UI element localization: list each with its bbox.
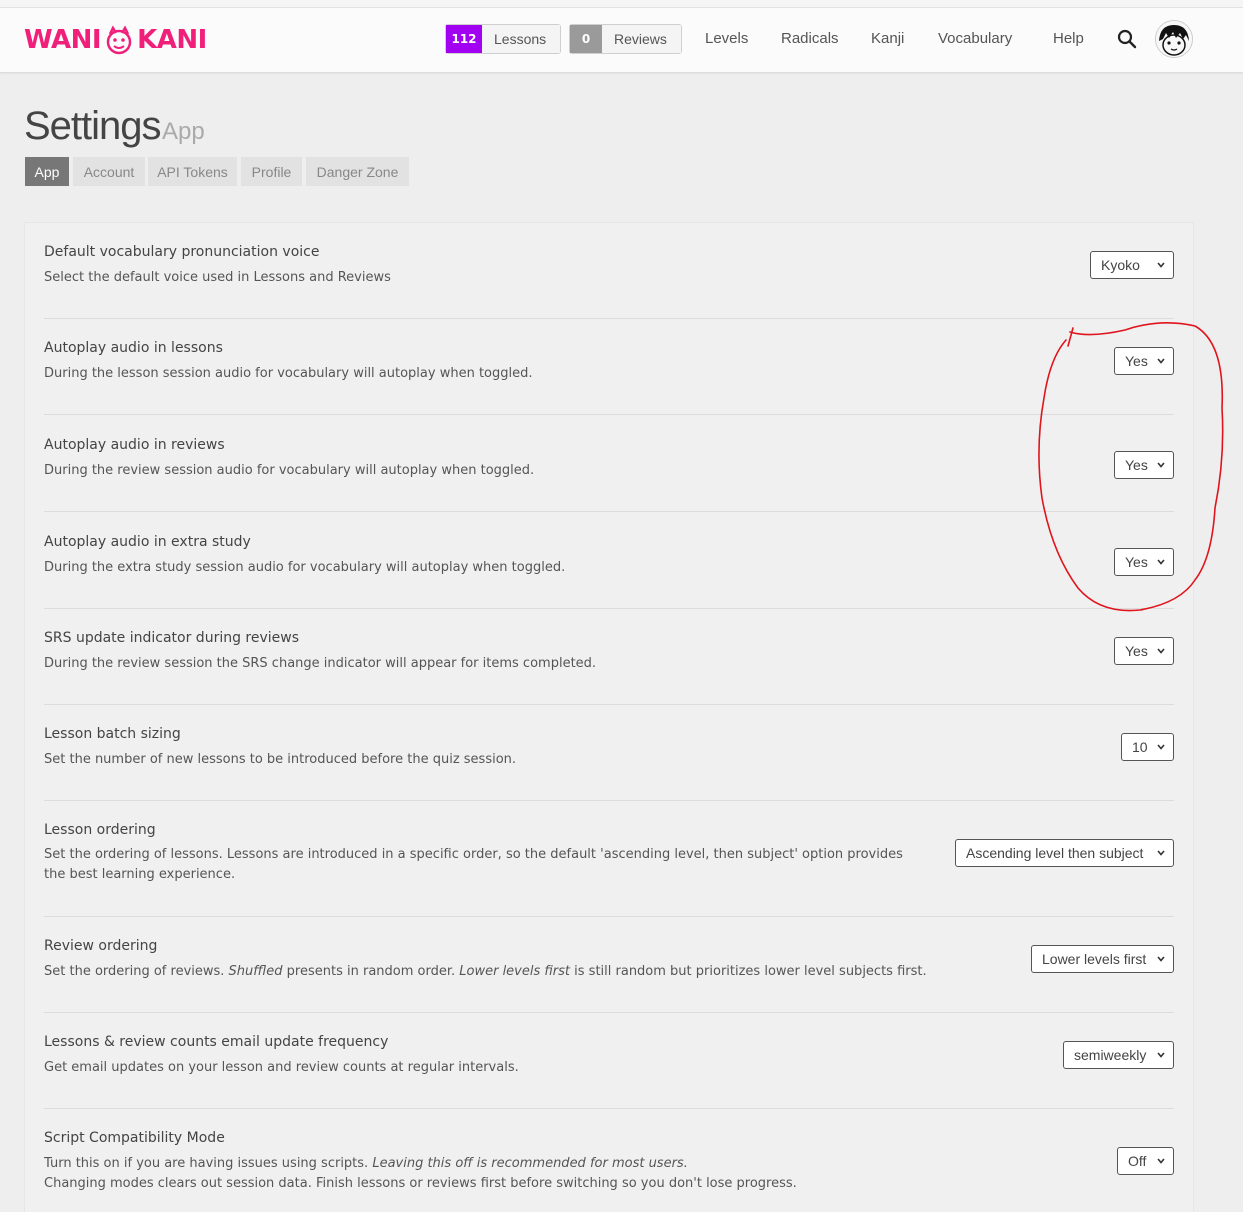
autoplay-extra-study-select[interactable]: Yes [1114,548,1174,576]
setting-description: During the review session the SRS change… [44,656,597,671]
browser-top-strip [0,0,1243,8]
setting-title: Review ordering [44,938,158,954]
nav-help[interactable]: Help [1053,30,1084,47]
chevron-down-icon [1157,559,1165,565]
tab-account[interactable]: Account [73,157,145,186]
desc-emphasis: Lower levels first [459,964,571,979]
setting-row-lesson-batch-size: Lesson batch sizing Set the number of ne… [44,705,1174,801]
page-subtitle: App [162,118,205,145]
review-ordering-select[interactable]: Lower levels first [1031,945,1174,973]
tab-app[interactable]: App [25,157,69,186]
select-value: Yes [1125,643,1148,659]
chevron-down-icon [1157,648,1165,654]
setting-row-autoplay-extra-study: Autoplay audio in extra study During the… [44,512,1174,609]
select-value: Kyoko [1101,257,1140,273]
setting-title: Autoplay audio in reviews [44,437,225,453]
srs-indicator-select[interactable]: Yes [1114,637,1174,665]
voice-select[interactable]: Kyoko [1090,251,1174,279]
setting-title: Script Compatibility Mode [44,1130,225,1146]
select-value: Ascending level then subject [966,845,1144,861]
setting-description: Set the ordering of reviews. Shuffled pr… [44,962,927,982]
setting-row-script-compatibility: Script Compatibility Mode Turn this on i… [44,1109,1174,1209]
logo-text-kani: KANI [137,25,207,55]
setting-description: During the lesson session audio for voca… [44,366,533,381]
setting-row-email-frequency: Lessons & review counts email update fre… [44,1013,1174,1109]
chevron-down-icon [1157,1052,1165,1058]
chevron-down-icon [1157,956,1165,962]
tab-danger-zone[interactable]: Danger Zone [306,157,409,186]
desc-text: Changing modes clears out session data. … [44,1176,797,1191]
setting-title: Autoplay audio in lessons [44,340,223,356]
page-title: Settings [24,104,162,148]
nav-kanji[interactable]: Kanji [871,30,904,47]
select-value: Off [1128,1153,1147,1169]
desc-text: is still random but prioritizes lower le… [570,964,927,979]
nav-levels[interactable]: Levels [705,30,748,47]
avatar-face-icon [1156,21,1192,57]
setting-description: Set the ordering of lessons. Lessons are… [44,847,903,882]
autoplay-lessons-select[interactable]: Yes [1114,347,1174,375]
chevron-down-icon [1157,462,1165,468]
lessons-count-badge: 112 [446,25,482,53]
select-value: 10 [1132,739,1148,755]
setting-title: Lesson ordering [44,822,156,838]
setting-description: During the review session audio for voca… [44,463,535,478]
crabigator-mascot-icon [106,25,132,55]
reviews-label: Reviews [602,25,681,53]
select-value: Lower levels first [1042,951,1147,967]
desc-emphasis: Shuffled [228,964,283,979]
setting-row-lesson-ordering: Lesson ordering Set the ordering of less… [44,801,1174,917]
reviews-button[interactable]: 0 Reviews [569,24,682,54]
setting-row-autoplay-reviews: Autoplay audio in reviews During the rev… [44,415,1174,512]
setting-title: Default vocabulary pronunciation voice [44,244,320,260]
setting-title: Lesson batch sizing [44,726,181,742]
select-value: Yes [1125,457,1148,473]
logo-text-wani: WANI [24,25,102,55]
setting-description: Turn this on if you are having issues us… [44,1154,797,1194]
setting-row-review-ordering: Review ordering Set the ordering of revi… [44,917,1174,1013]
lessons-label: Lessons [482,25,560,53]
desc-text: Set the ordering of reviews. [44,964,229,979]
tab-api-tokens[interactable]: API Tokens [148,157,237,186]
select-value: Yes [1125,554,1148,570]
chevron-down-icon [1157,850,1165,856]
setting-title: Autoplay audio in extra study [44,534,251,550]
desc-text: Turn this on if you are having issues us… [44,1156,373,1171]
chevron-down-icon [1157,262,1165,268]
setting-row-voice: Default vocabulary pronunciation voice S… [44,223,1174,319]
lessons-button[interactable]: 112 Lessons [445,24,561,54]
script-compatibility-select[interactable]: Off [1117,1147,1174,1175]
select-value: semiweekly [1074,1047,1147,1063]
reviews-count-badge: 0 [570,25,602,53]
setting-row-autoplay-lessons: Autoplay audio in lessons During the les… [44,319,1174,415]
settings-panel: Default vocabulary pronunciation voice S… [24,222,1194,1212]
select-value: Yes [1125,353,1148,369]
setting-description: During the extra study session audio for… [44,560,566,575]
setting-description: Get email updates on your lesson and rev… [44,1060,519,1075]
search-icon[interactable] [1117,29,1137,49]
wanikani-logo[interactable]: WANI KANI [24,22,207,58]
chevron-down-icon [1157,358,1165,364]
chevron-down-icon [1157,1158,1165,1164]
user-avatar[interactable] [1155,20,1193,58]
setting-row-srs-indicator: SRS update indicator during reviews Duri… [44,609,1174,705]
top-navbar: WANI KANI 112 Lessons 0 Reviews Levels R… [0,8,1243,73]
autoplay-reviews-select[interactable]: Yes [1114,451,1174,479]
setting-title: Lessons & review counts email update fre… [44,1034,389,1050]
nav-radicals[interactable]: Radicals [781,30,839,47]
setting-description: Set the number of new lessons to be intr… [44,752,517,767]
lesson-batch-size-select[interactable]: 10 [1121,733,1174,761]
desc-emphasis: Leaving this off is recommended for most… [372,1156,688,1171]
setting-description: Select the default voice used in Lessons… [44,270,391,285]
nav-vocabulary[interactable]: Vocabulary [938,30,1012,47]
desc-text: presents in random order. [282,964,460,979]
setting-title: SRS update indicator during reviews [44,630,300,646]
lesson-ordering-select[interactable]: Ascending level then subject [955,839,1174,867]
tab-profile[interactable]: Profile [241,157,302,186]
chevron-down-icon [1157,744,1165,750]
email-frequency-select[interactable]: semiweekly [1063,1041,1174,1069]
